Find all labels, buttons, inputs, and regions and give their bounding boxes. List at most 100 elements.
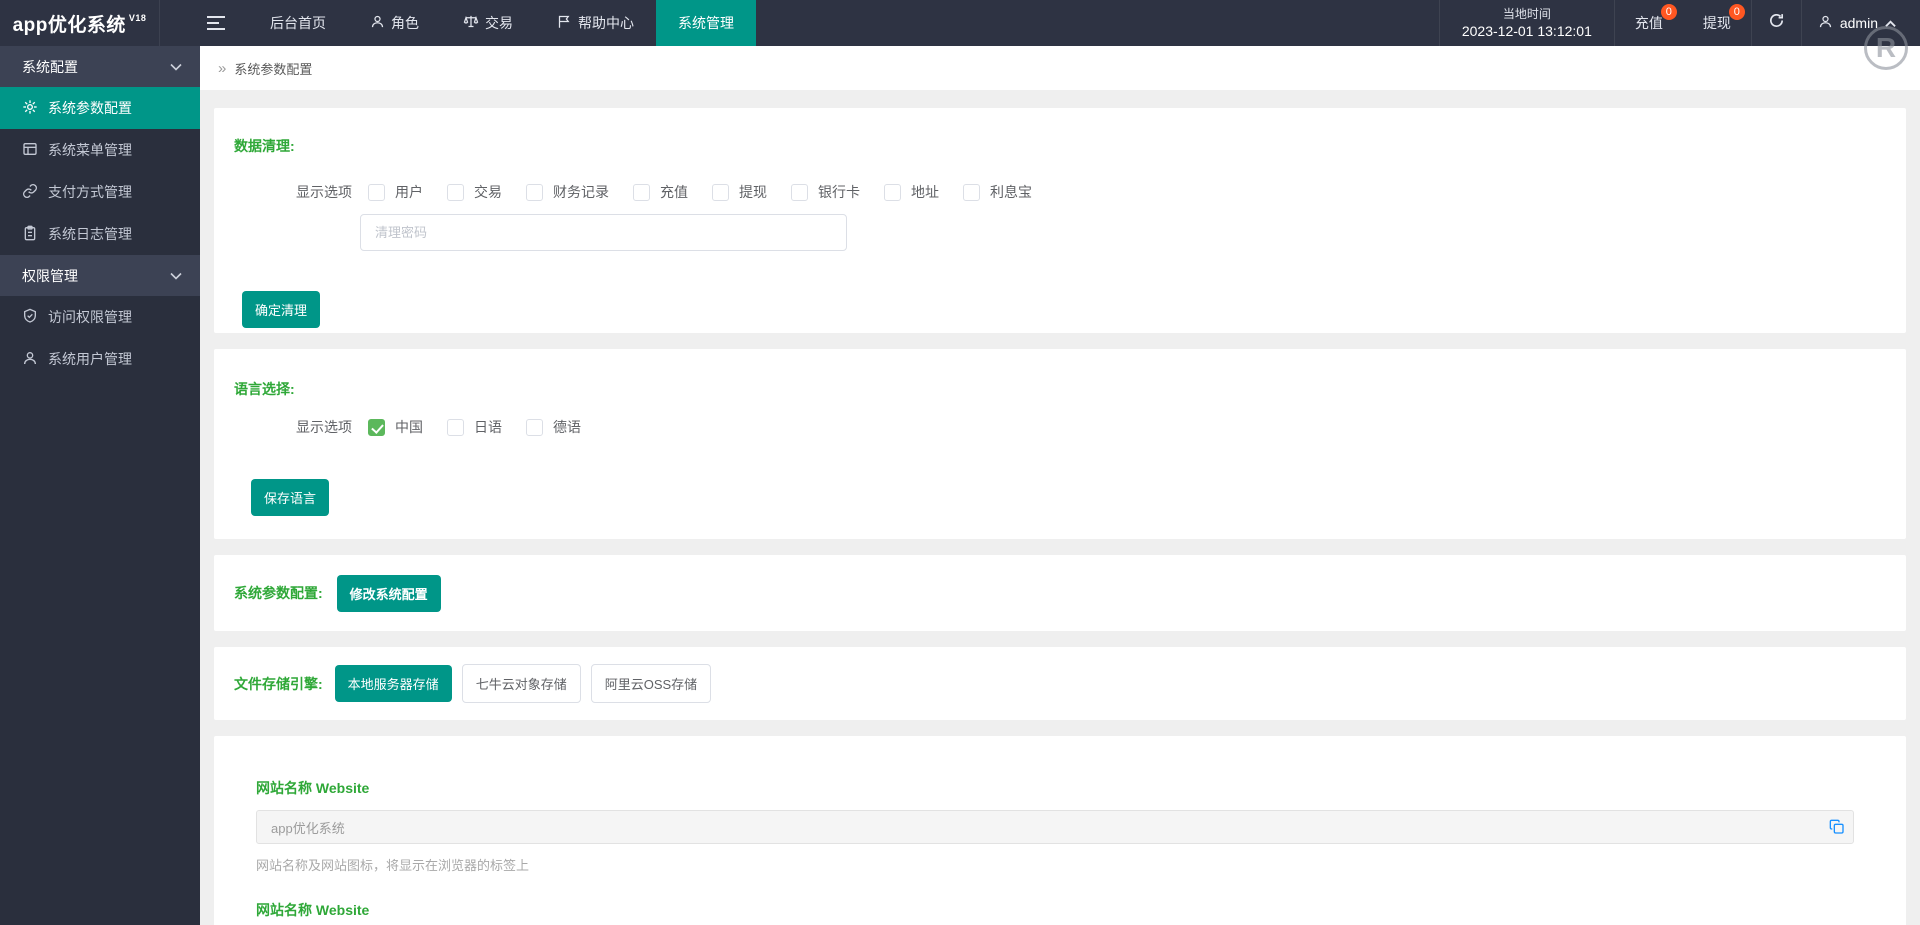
checkbox-lang-japanese[interactable]: 日语 — [447, 417, 502, 437]
scales-icon — [463, 14, 479, 32]
checkbox-box[interactable] — [963, 184, 980, 201]
chevron-down-icon — [170, 272, 182, 280]
sidebar-item-system-param-config[interactable]: 系统参数配置 — [0, 87, 200, 129]
website-name-input-wrap — [256, 810, 1854, 844]
clipboard-icon — [22, 225, 38, 244]
link-icon — [22, 183, 38, 202]
modify-system-config-button[interactable]: 修改系统配置 — [337, 575, 441, 612]
sidebar-section-permission-management[interactable]: 权限管理 — [0, 255, 200, 296]
website-name-help: 网站名称及网站图标，将显示在浏览器的标签上 — [256, 855, 1854, 874]
display-options-label: 显示选项 — [296, 417, 352, 437]
withdraw-badge: 0 — [1729, 4, 1745, 20]
checkbox-box[interactable] — [526, 419, 543, 436]
local-time-label: 当地时间 — [1503, 6, 1551, 22]
chevron-up-icon — [1885, 15, 1896, 31]
user-name: admin — [1840, 15, 1878, 31]
recharge-badge: 0 — [1661, 4, 1677, 20]
nav-item-home[interactable]: 后台首页 — [248, 0, 348, 46]
withdraw-button[interactable]: 提现 0 — [1683, 0, 1751, 46]
confirm-clean-button[interactable]: 确定清理 — [242, 291, 320, 328]
display-options-label: 显示选项 — [296, 182, 352, 202]
local-time-value: 2023-12-01 13:12:01 — [1462, 22, 1592, 40]
chevron-down-icon — [170, 63, 182, 71]
checkbox-box[interactable] — [712, 184, 729, 201]
system-param-title: 系统参数配置: — [234, 583, 323, 603]
sidebar-item-payment-method-management[interactable]: 支付方式管理 — [0, 171, 200, 213]
main-content: » 系统参数配置 数据清理: 显示选项 用户 交易 财务记录 充值 提现 银行卡… — [200, 46, 1920, 925]
checkbox-lang-china[interactable]: 中国 — [368, 417, 423, 437]
card-storage-engine: 文件存储引擎: 本地服务器存储 七牛云对象存储 阿里云OSS存储 — [214, 647, 1906, 720]
storage-engine-title: 文件存储引擎: — [234, 674, 323, 694]
refresh-icon — [1768, 12, 1785, 34]
sidebar: 系统配置 系统参数配置 系统菜单管理 支付方式管理 系统日志管理 权限管理 访问… — [0, 46, 200, 925]
language-options-row: 显示选项 中国 日语 德语 — [296, 417, 1886, 437]
double-chevron-right-icon: » — [218, 60, 226, 77]
copy-icon[interactable] — [1829, 819, 1845, 835]
checkbox-box[interactable] — [884, 184, 901, 201]
flag-icon — [557, 14, 572, 32]
app-logo: app优化系统V18 — [0, 0, 160, 46]
save-language-button[interactable]: 保存语言 — [251, 479, 329, 516]
navbar-right-tools: 当地时间 2023-12-01 13:12:01 充值 0 提现 0 admin — [1439, 0, 1920, 46]
sidebar-item-system-user-management[interactable]: 系统用户管理 — [0, 338, 200, 380]
aliyun-oss-storage-button[interactable]: 阿里云OSS存储 — [591, 664, 711, 703]
data-clean-title: 数据清理: — [234, 136, 1886, 156]
checkbox-lang-german[interactable]: 德语 — [526, 417, 581, 437]
card-data-clean: 数据清理: 显示选项 用户 交易 财务记录 充值 提现 银行卡 地址 利息宝 确… — [214, 108, 1906, 333]
card-language-select: 语言选择: 显示选项 中国 日语 德语 保存语言 — [214, 349, 1906, 539]
app-logo-text: app优化系统 — [13, 10, 126, 37]
checkbox-bank-card[interactable]: 银行卡 — [791, 182, 860, 202]
breadcrumb: » 系统参数配置 — [200, 46, 1920, 90]
shield-check-icon — [22, 308, 38, 327]
local-server-storage-button[interactable]: 本地服务器存储 — [335, 665, 452, 702]
checkbox-box[interactable] — [633, 184, 650, 201]
person-icon — [370, 14, 385, 32]
window-icon — [22, 141, 38, 160]
checkbox-box[interactable] — [447, 419, 464, 436]
sidebar-item-system-log-management[interactable]: 系统日志管理 — [0, 213, 200, 255]
content-area: 数据清理: 显示选项 用户 交易 财务记录 充值 提现 银行卡 地址 利息宝 确… — [200, 90, 1920, 925]
recharge-button[interactable]: 充值 0 — [1615, 0, 1683, 46]
card-system-param: 系统参数配置: 修改系统配置 — [214, 555, 1906, 631]
nav-item-system-management[interactable]: 系统管理 — [656, 0, 756, 46]
sidebar-section-system-config[interactable]: 系统配置 — [0, 46, 200, 87]
website-name-input[interactable] — [256, 810, 1854, 844]
checkbox-finance-record[interactable]: 财务记录 — [526, 182, 609, 202]
checkbox-box-checked[interactable] — [368, 419, 385, 436]
refresh-button[interactable] — [1751, 0, 1801, 46]
breadcrumb-label: 系统参数配置 — [234, 59, 312, 78]
checkbox-address[interactable]: 地址 — [884, 182, 939, 202]
menu-toggle-icon[interactable] — [194, 0, 238, 46]
checkbox-box[interactable] — [447, 184, 464, 201]
qiniu-object-storage-button[interactable]: 七牛云对象存储 — [462, 664, 581, 703]
nav-item-help-center[interactable]: 帮助中心 — [535, 0, 656, 46]
sidebar-item-system-menu-management[interactable]: 系统菜单管理 — [0, 129, 200, 171]
user-icon — [1818, 14, 1833, 32]
checkbox-box[interactable] — [526, 184, 543, 201]
checkbox-user[interactable]: 用户 — [368, 182, 423, 202]
data-clean-options-row: 显示选项 用户 交易 财务记录 充值 提现 银行卡 地址 利息宝 — [296, 182, 1886, 202]
gear-icon — [22, 99, 38, 118]
checkbox-box[interactable] — [791, 184, 808, 201]
clean-password-input[interactable] — [360, 214, 847, 251]
top-navbar: app优化系统V18 后台首页 角色 交易 帮助中心 系统管理 当地时间 202… — [0, 0, 1920, 46]
user-icon — [22, 350, 38, 369]
checkbox-withdraw[interactable]: 提现 — [712, 182, 767, 202]
nav-item-trade[interactable]: 交易 — [441, 0, 535, 46]
website-name-label: 网站名称 Website — [256, 778, 1854, 798]
nav-item-role[interactable]: 角色 — [348, 0, 441, 46]
checkbox-recharge[interactable]: 充值 — [633, 182, 688, 202]
website-name-field-2: 网站名称 Website — [256, 900, 1854, 925]
user-menu[interactable]: admin — [1801, 0, 1920, 46]
checkbox-interest-treasure[interactable]: 利息宝 — [963, 182, 1032, 202]
card-website-settings: 网站名称 Website 网站名称及网站图标，将显示在浏览器的标签上 网站名称 … — [214, 736, 1906, 925]
website-name-label: 网站名称 Website — [256, 900, 1854, 920]
app-logo-version: V18 — [129, 13, 147, 23]
top-nav-menu: 后台首页 角色 交易 帮助中心 系统管理 — [248, 0, 756, 46]
website-name-field-1: 网站名称 Website 网站名称及网站图标，将显示在浏览器的标签上 — [256, 778, 1854, 874]
language-select-title: 语言选择: — [234, 379, 1886, 399]
checkbox-trade[interactable]: 交易 — [447, 182, 502, 202]
local-time-block: 当地时间 2023-12-01 13:12:01 — [1439, 0, 1615, 46]
sidebar-item-access-permission-management[interactable]: 访问权限管理 — [0, 296, 200, 338]
checkbox-box[interactable] — [368, 184, 385, 201]
